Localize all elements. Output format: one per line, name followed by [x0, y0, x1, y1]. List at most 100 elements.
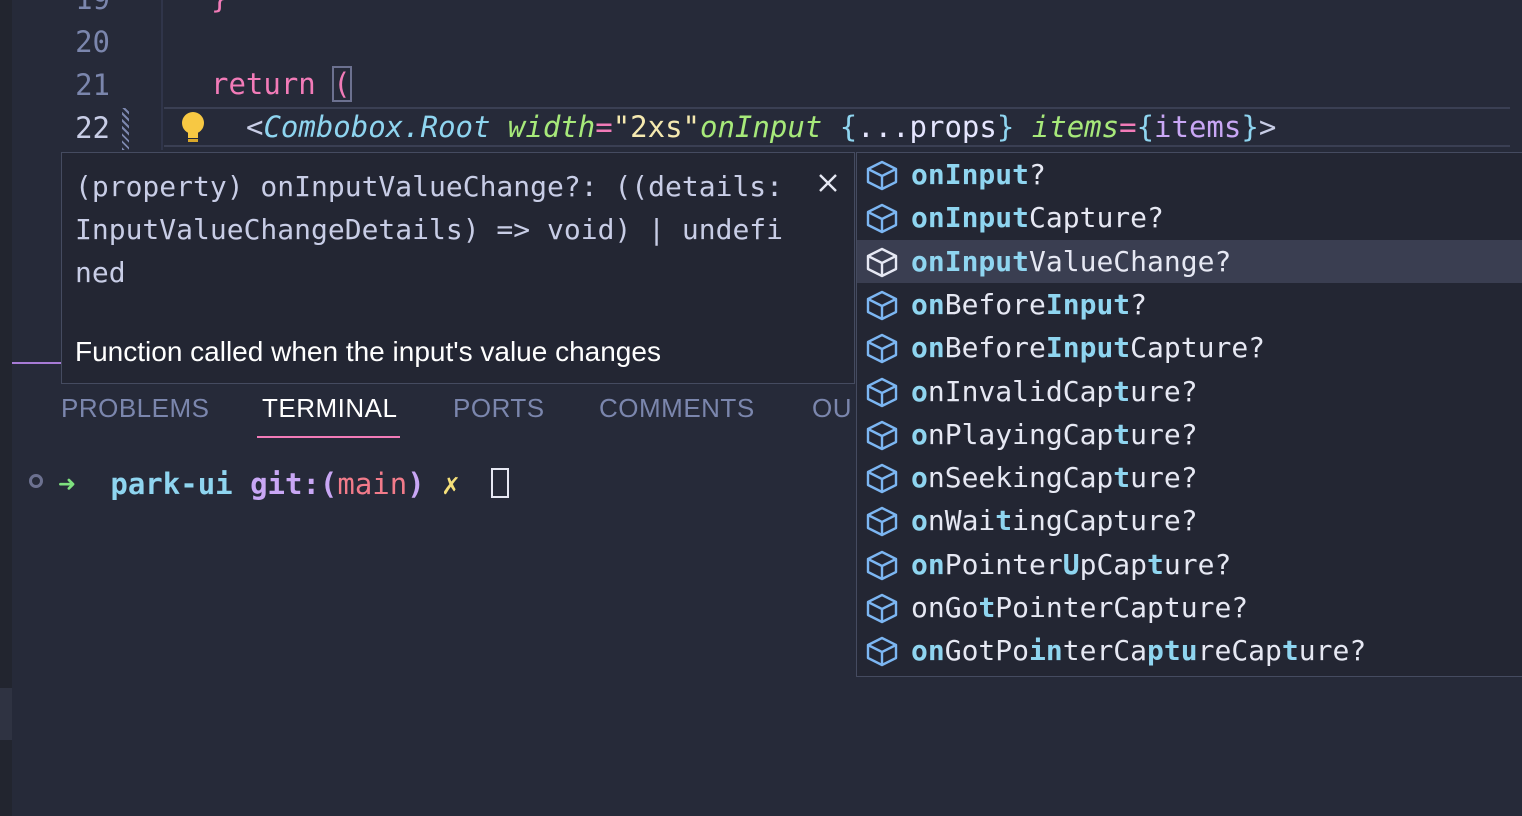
suggestion-label: onWaitingCapture?: [911, 499, 1198, 542]
suggestion-label-part: nSeekingCap: [927, 461, 1114, 495]
gutter-divider: [161, 0, 163, 150]
property-icon: [865, 549, 899, 581]
suggestion-label-part: o: [911, 417, 928, 451]
prompt-directory: park-ui: [110, 467, 233, 501]
command-status-icon: [29, 474, 43, 488]
suggestion-item[interactable]: onInvalidCapture?: [857, 370, 1522, 413]
suggestion-label-part: ure?: [1298, 634, 1367, 668]
suggestion-item[interactable]: onInput?: [857, 153, 1522, 196]
code-line-19: }: [211, 0, 228, 18]
suggestion-label-part: Capture?: [1029, 201, 1164, 235]
suggestion-item[interactable]: onBeforeInputCapture?: [857, 326, 1522, 369]
suggestion-item[interactable]: onInputCapture?: [857, 196, 1522, 239]
spread-props: ...props: [857, 110, 997, 144]
git-close: ): [407, 467, 425, 501]
suggestion-label-part: reCap: [1197, 634, 1282, 668]
suggestion-item[interactable]: onPlayingCapture?: [857, 413, 1522, 456]
suggestion-label-part: t: [1163, 634, 1181, 668]
suggestion-label: onInvalidCapture?: [911, 370, 1198, 413]
suggestion-label-part: t: [1113, 374, 1131, 408]
suggestion-label-part: ure?: [1163, 547, 1232, 581]
property-icon: [865, 246, 899, 278]
suggestion-label-part: ?: [1130, 287, 1148, 321]
line-number-19: 19: [60, 0, 110, 16]
suggestion-label-part: Before: [944, 331, 1046, 365]
suggestion-item[interactable]: onSeekingCapture?: [857, 456, 1522, 499]
git-branch: main: [337, 467, 408, 501]
jsx-open-bracket: <: [246, 110, 264, 144]
suggestion-item[interactable]: onGotPointerCapture?: [857, 586, 1522, 629]
property-icon: [865, 419, 899, 451]
suggestion-item[interactable]: onPointerUpCapture?: [857, 543, 1522, 586]
suggestion-label-part: o: [911, 374, 928, 408]
suggestion-label-part: o: [911, 504, 928, 538]
jsx-tag: Combobox.Root: [263, 110, 491, 144]
property-icon: [865, 332, 899, 364]
suggestion-label-part: n: [927, 547, 945, 581]
equals: =: [1119, 110, 1137, 144]
suggestion-label-part: t: [1113, 461, 1131, 495]
suggestion-label-part: ure?: [1130, 461, 1198, 495]
suggestion-label-part: on: [911, 634, 945, 668]
suggestion-label-part: in: [1029, 634, 1063, 668]
suggestion-label-part: u: [1180, 634, 1198, 668]
suggestion-label-part: o: [911, 461, 928, 495]
hover-signature: (property) onInputValueChange?: ((detail…: [75, 170, 784, 289]
terminal-cursor: [491, 468, 509, 498]
suggestion-label-part: ingCapture?: [1012, 504, 1198, 538]
suggestion-label-part: onInput: [911, 201, 1030, 235]
suggestion-label-part: ValueChange?: [1029, 244, 1232, 278]
activity-bar: [0, 0, 12, 816]
suggestion-label-part: t: [1281, 634, 1299, 668]
suggestion-item[interactable]: onInputValueChange?: [857, 239, 1522, 283]
tab-ports[interactable]: PORTS: [453, 393, 545, 424]
property-icon: [865, 376, 899, 408]
line-number-22: 22: [75, 111, 110, 145]
code-line-21: return (: [211, 64, 352, 104]
suggestion-label-part: ?: [1029, 158, 1046, 191]
suggestion-label: onGotPointerCaptureCapture?: [911, 629, 1366, 672]
suggestion-label-part: GotPo: [944, 634, 1030, 668]
suggestion-label-part: G: [944, 591, 962, 624]
hover-documentation: Function called when the input's value c…: [75, 336, 661, 367]
equals: =: [595, 110, 613, 144]
suggestion-item[interactable]: onBeforeInput?: [857, 283, 1522, 326]
width-value: "2xs": [612, 110, 701, 144]
suggestion-label-part: onInput: [911, 244, 1030, 278]
suggestion-label: onBeforeInputCapture?: [911, 326, 1265, 369]
tab-comments[interactable]: COMMENTS: [599, 393, 755, 424]
suggestion-item[interactable]: onWaitingCapture?: [857, 499, 1522, 542]
modified-line-indicator: [122, 108, 129, 150]
suggestion-label-part: Pointer: [944, 547, 1063, 581]
suggestion-label-part: on: [911, 287, 945, 321]
items-value: items: [1154, 110, 1242, 144]
jsx-close-bracket: >: [1258, 110, 1277, 144]
suggestion-label-part: onInput: [911, 158, 1030, 191]
close-icon[interactable]: [814, 169, 842, 197]
suggest-widget[interactable]: onInput? onInputCapture? onInputValueCha…: [856, 152, 1522, 677]
suggestion-label: onSeekingCapture?: [911, 456, 1198, 499]
suggestion-label-part: o: [961, 591, 979, 624]
suggestion-item[interactable]: onGotPointerCaptureCapture?: [857, 629, 1522, 672]
suggestion-label-part: PointerCapture?: [995, 591, 1249, 624]
suggestion-label-part: o: [911, 547, 928, 581]
suggestion-label-part: U: [1062, 547, 1080, 581]
attr-oninput: onInput: [700, 110, 823, 144]
suggestion-label-part: Capture?: [1130, 331, 1266, 365]
tab-terminal[interactable]: TERMINAL: [262, 393, 397, 424]
git-label: git:(: [250, 467, 338, 501]
tab-output[interactable]: OU: [812, 393, 852, 424]
suggestion-label-part: pCap: [1079, 547, 1148, 581]
suggestion-label-part: nWai: [927, 504, 996, 538]
terminal-prompt[interactable]: ➜ park-ui git:(main) ✗: [58, 462, 460, 506]
property-icon: [865, 635, 899, 667]
suggestion-label-part: nPlayingCap: [927, 417, 1114, 451]
open-paren: (: [332, 66, 352, 102]
suggestion-label-part: t: [978, 591, 996, 624]
attr-items: items: [1031, 110, 1120, 144]
lightbulb-icon[interactable]: [178, 110, 208, 146]
tab-problems[interactable]: PROBLEMS: [61, 393, 210, 424]
suggestion-label-part: ure?: [1130, 374, 1198, 408]
suggestion-label: onInput?: [911, 153, 1046, 196]
suggestion-label: onGotPointerCapture?: [911, 586, 1248, 629]
